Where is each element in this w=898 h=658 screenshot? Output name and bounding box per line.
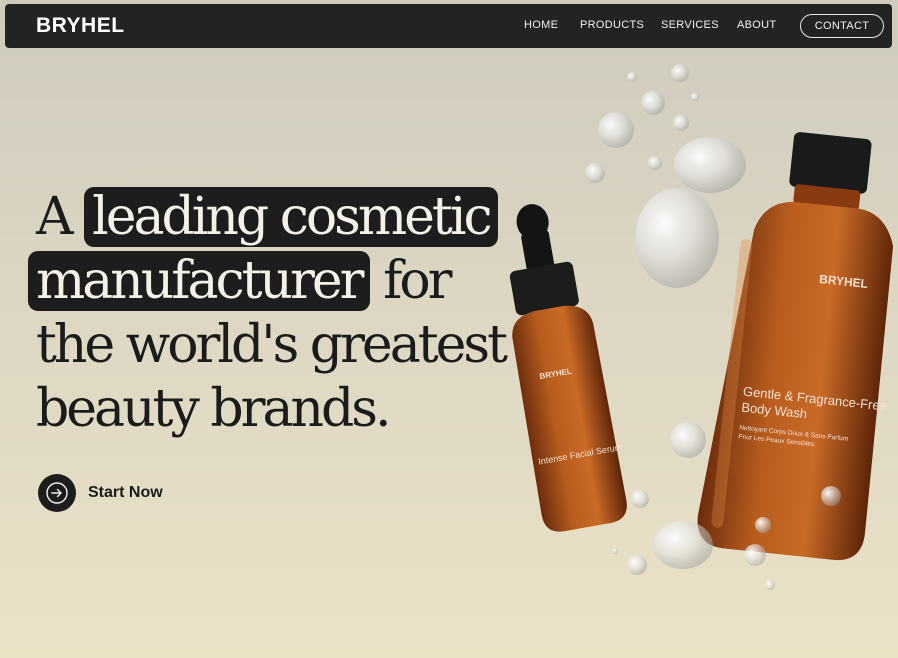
headline-highlight-2: manufacturer [28, 251, 370, 311]
start-now-button[interactable]: Start Now [38, 474, 163, 512]
headline-word-for: for [383, 251, 452, 311]
headline-highlight-1: leading cosmetic [84, 187, 498, 247]
brand-logo[interactable]: BRYHEL [36, 14, 125, 38]
serum-bottle: BRYHEL Intense Facial Serum [509, 204, 627, 532]
headline-word-a: A [36, 187, 74, 247]
start-now-label[interactable]: Start Now [88, 484, 163, 502]
headline-line-2: manufacturer for [28, 249, 453, 313]
arrow-right-icon[interactable] [38, 474, 76, 512]
top-navigation: BRYHEL HOME PRODUCTS SERVICES ABOUT CONT… [5, 4, 892, 48]
contact-button[interactable]: CONTACT [800, 14, 884, 38]
headline-line-1: A leading cosmetic [36, 185, 498, 249]
nav-link-home[interactable]: HOME [524, 19, 558, 31]
nav-link-products[interactable]: PRODUCTS [580, 19, 644, 31]
product-bottles-image: BRYHEL Gentle & Fragrance-Free Body Wash… [509, 64, 894, 590]
nav-link-services[interactable]: SERVICES [661, 19, 719, 31]
headline-line-3: the world's greatest [36, 315, 508, 375]
nav-link-about[interactable]: ABOUT [737, 19, 776, 31]
body-wash-bottle: BRYHEL Gentle & Fragrance-Free Body Wash… [697, 132, 894, 561]
headline-line-4: beauty brands. [36, 379, 391, 439]
